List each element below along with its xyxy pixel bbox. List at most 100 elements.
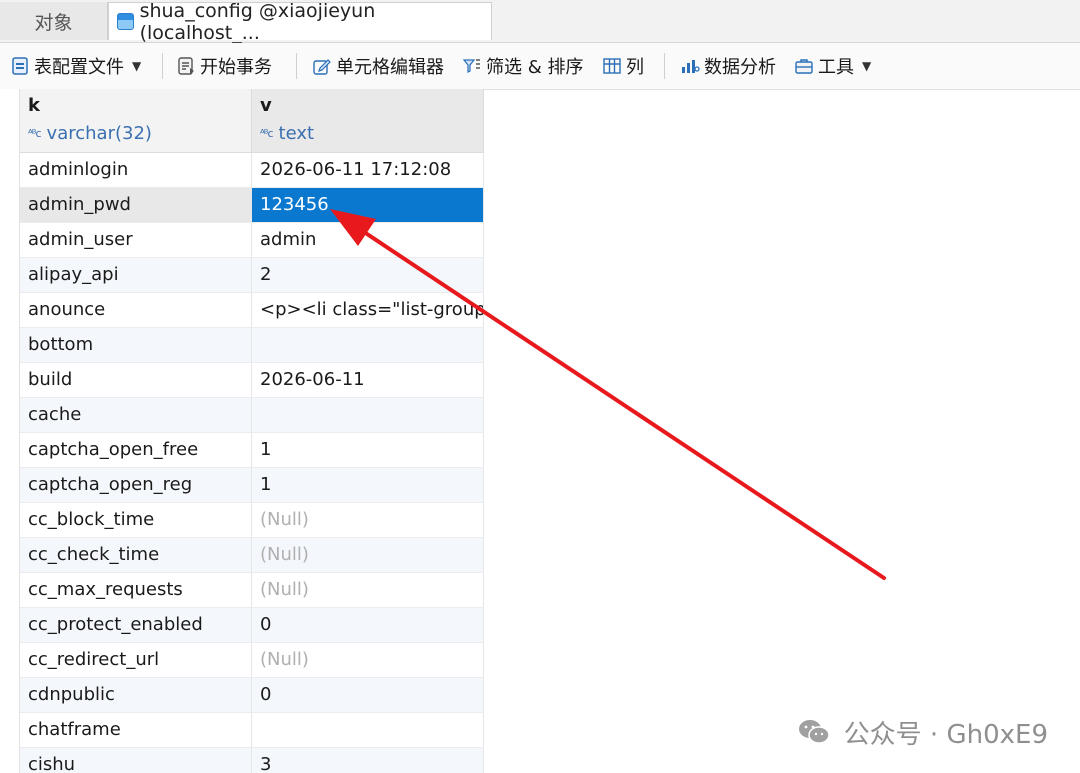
table-row[interactable]: cdnpublic 0 — [0, 678, 484, 713]
table-row[interactable]: cishu 3 — [0, 748, 484, 773]
cell-k[interactable]: admin_user — [20, 223, 252, 258]
cell-v[interactable] — [252, 328, 484, 363]
cell-k[interactable]: cc_check_time — [20, 538, 252, 573]
cell-k[interactable]: admin_pwd — [20, 188, 252, 223]
filter-icon — [462, 59, 480, 73]
cell-v[interactable]: 0 — [252, 678, 484, 713]
cell-v[interactable]: (Null) — [252, 573, 484, 608]
row-gutter[interactable] — [0, 608, 20, 643]
table-row[interactable]: bottom — [0, 328, 484, 363]
cell-v[interactable]: 123456 — [252, 188, 484, 223]
cell-k[interactable]: cc_protect_enabled — [20, 608, 252, 643]
filter-sort-label: 筛选 & 排序 — [486, 57, 584, 78]
cell-k[interactable]: chatframe — [20, 713, 252, 748]
columns-label: 列 — [626, 57, 644, 78]
cell-k[interactable]: adminlogin — [20, 153, 252, 188]
grid-header: k ᴬᴮc varchar(32) v ᴬᴮc text — [0, 89, 484, 153]
cell-k[interactable]: cache — [20, 398, 252, 433]
tools-button[interactable]: 工具 ▼ — [794, 43, 871, 89]
row-gutter[interactable] — [0, 433, 20, 468]
cell-v[interactable]: admin — [252, 223, 484, 258]
row-gutter[interactable] — [0, 748, 20, 773]
row-gutter[interactable] — [0, 713, 20, 748]
toolbar-divider — [664, 53, 665, 79]
row-gutter[interactable] — [0, 258, 20, 293]
cell-k[interactable]: alipay_api — [20, 258, 252, 293]
table-row[interactable]: chatframe — [0, 713, 484, 748]
row-gutter[interactable] — [0, 223, 20, 258]
cell-v[interactable]: 3 — [252, 748, 484, 773]
tab-objects[interactable]: 对象 — [0, 2, 108, 40]
row-gutter[interactable] — [0, 363, 20, 398]
row-gutter[interactable] — [0, 573, 20, 608]
table-icon — [117, 13, 134, 30]
cell-k[interactable]: cc_block_time — [20, 503, 252, 538]
cell-k[interactable]: cdnpublic — [20, 678, 252, 713]
tools-label: 工具 — [818, 57, 854, 78]
begin-transaction-button[interactable]: 开始事务 — [176, 43, 272, 89]
cell-v[interactable] — [252, 713, 484, 748]
table-row[interactable]: cc_block_time (Null) — [0, 503, 484, 538]
table-row[interactable]: captcha_open_free 1 — [0, 433, 484, 468]
row-gutter[interactable] — [0, 293, 20, 328]
table-row[interactable]: cc_protect_enabled 0 — [0, 608, 484, 643]
column-header-k[interactable]: k ᴬᴮc varchar(32) — [20, 89, 252, 153]
column-header-v[interactable]: v ᴬᴮc text — [252, 89, 484, 153]
begin-transaction-label: 开始事务 — [200, 57, 272, 78]
table-row[interactable]: captcha_open_reg 1 — [0, 468, 484, 503]
table-row[interactable]: admin_pwd 123456 — [0, 188, 484, 223]
table-row[interactable]: cc_max_requests (Null) — [0, 573, 484, 608]
table-row[interactable]: cache — [0, 398, 484, 433]
cell-v[interactable]: (Null) — [252, 643, 484, 678]
column-type: ᴬᴮc varchar(32) — [28, 123, 243, 144]
row-gutter[interactable] — [0, 398, 20, 433]
cell-k[interactable]: cc_redirect_url — [20, 643, 252, 678]
columns-button[interactable]: 列 — [602, 43, 644, 89]
cell-v[interactable]: 2026-06-11 17:12:08 — [252, 153, 484, 188]
table-row[interactable]: build 2026-06-11 — [0, 363, 484, 398]
chevron-down-icon: ▼ — [132, 59, 142, 73]
cell-v[interactable] — [252, 398, 484, 433]
row-gutter[interactable] — [0, 188, 20, 223]
row-gutter[interactable] — [0, 328, 20, 363]
table-row[interactable]: cc_check_time (Null) — [0, 538, 484, 573]
table-row[interactable]: alipay_api 2 — [0, 258, 484, 293]
cell-v[interactable]: 2026-06-11 — [252, 363, 484, 398]
row-gutter[interactable] — [0, 503, 20, 538]
filter-sort-button[interactable]: 筛选 & 排序 — [462, 43, 583, 89]
cell-k[interactable]: anounce — [20, 293, 252, 328]
cell-k[interactable]: build — [20, 363, 252, 398]
table-row[interactable]: admin_user admin — [0, 223, 484, 258]
cell-v[interactable]: <p><li class="list-group — [252, 293, 484, 328]
table-config-button[interactable]: 表配置文件 ▼ — [10, 43, 141, 89]
cell-editor-label: 单元格编辑器 — [336, 57, 444, 78]
cell-k[interactable]: cishu — [20, 748, 252, 773]
cell-k[interactable]: cc_max_requests — [20, 573, 252, 608]
row-gutter[interactable] — [0, 153, 20, 188]
table-config-label: 表配置文件 — [34, 57, 124, 78]
row-gutter[interactable] — [0, 468, 20, 503]
cell-k[interactable]: captcha_open_free — [20, 433, 252, 468]
data-analysis-button[interactable]: 数据分析 — [680, 43, 776, 89]
cell-v[interactable]: (Null) — [252, 503, 484, 538]
cell-v[interactable]: 1 — [252, 433, 484, 468]
cell-v[interactable]: (Null) — [252, 538, 484, 573]
table-row[interactable]: cc_redirect_url (Null) — [0, 643, 484, 678]
cell-k[interactable]: captcha_open_reg — [20, 468, 252, 503]
table-row[interactable]: anounce <p><li class="list-group — [0, 293, 484, 328]
edit-icon — [313, 59, 331, 75]
cell-v[interactable]: 1 — [252, 468, 484, 503]
cell-k[interactable]: bottom — [20, 328, 252, 363]
row-gutter[interactable] — [0, 643, 20, 678]
table-row[interactable]: adminlogin 2026-06-11 17:12:08 — [0, 153, 484, 188]
row-gutter[interactable] — [0, 538, 20, 573]
tab-shua-config[interactable]: shua_config @xiaojieyun (localhost_... — [108, 0, 492, 44]
row-gutter[interactable] — [0, 678, 20, 713]
cell-editor-button[interactable]: 单元格编辑器 — [312, 43, 444, 89]
cell-v[interactable]: 2 — [252, 258, 484, 293]
chart-icon — [682, 60, 700, 73]
cell-v[interactable]: 0 — [252, 608, 484, 643]
document-icon — [12, 57, 28, 75]
transaction-icon — [178, 57, 194, 75]
app-window: 对象 shua_config @xiaojieyun (localhost_..… — [0, 0, 1080, 773]
